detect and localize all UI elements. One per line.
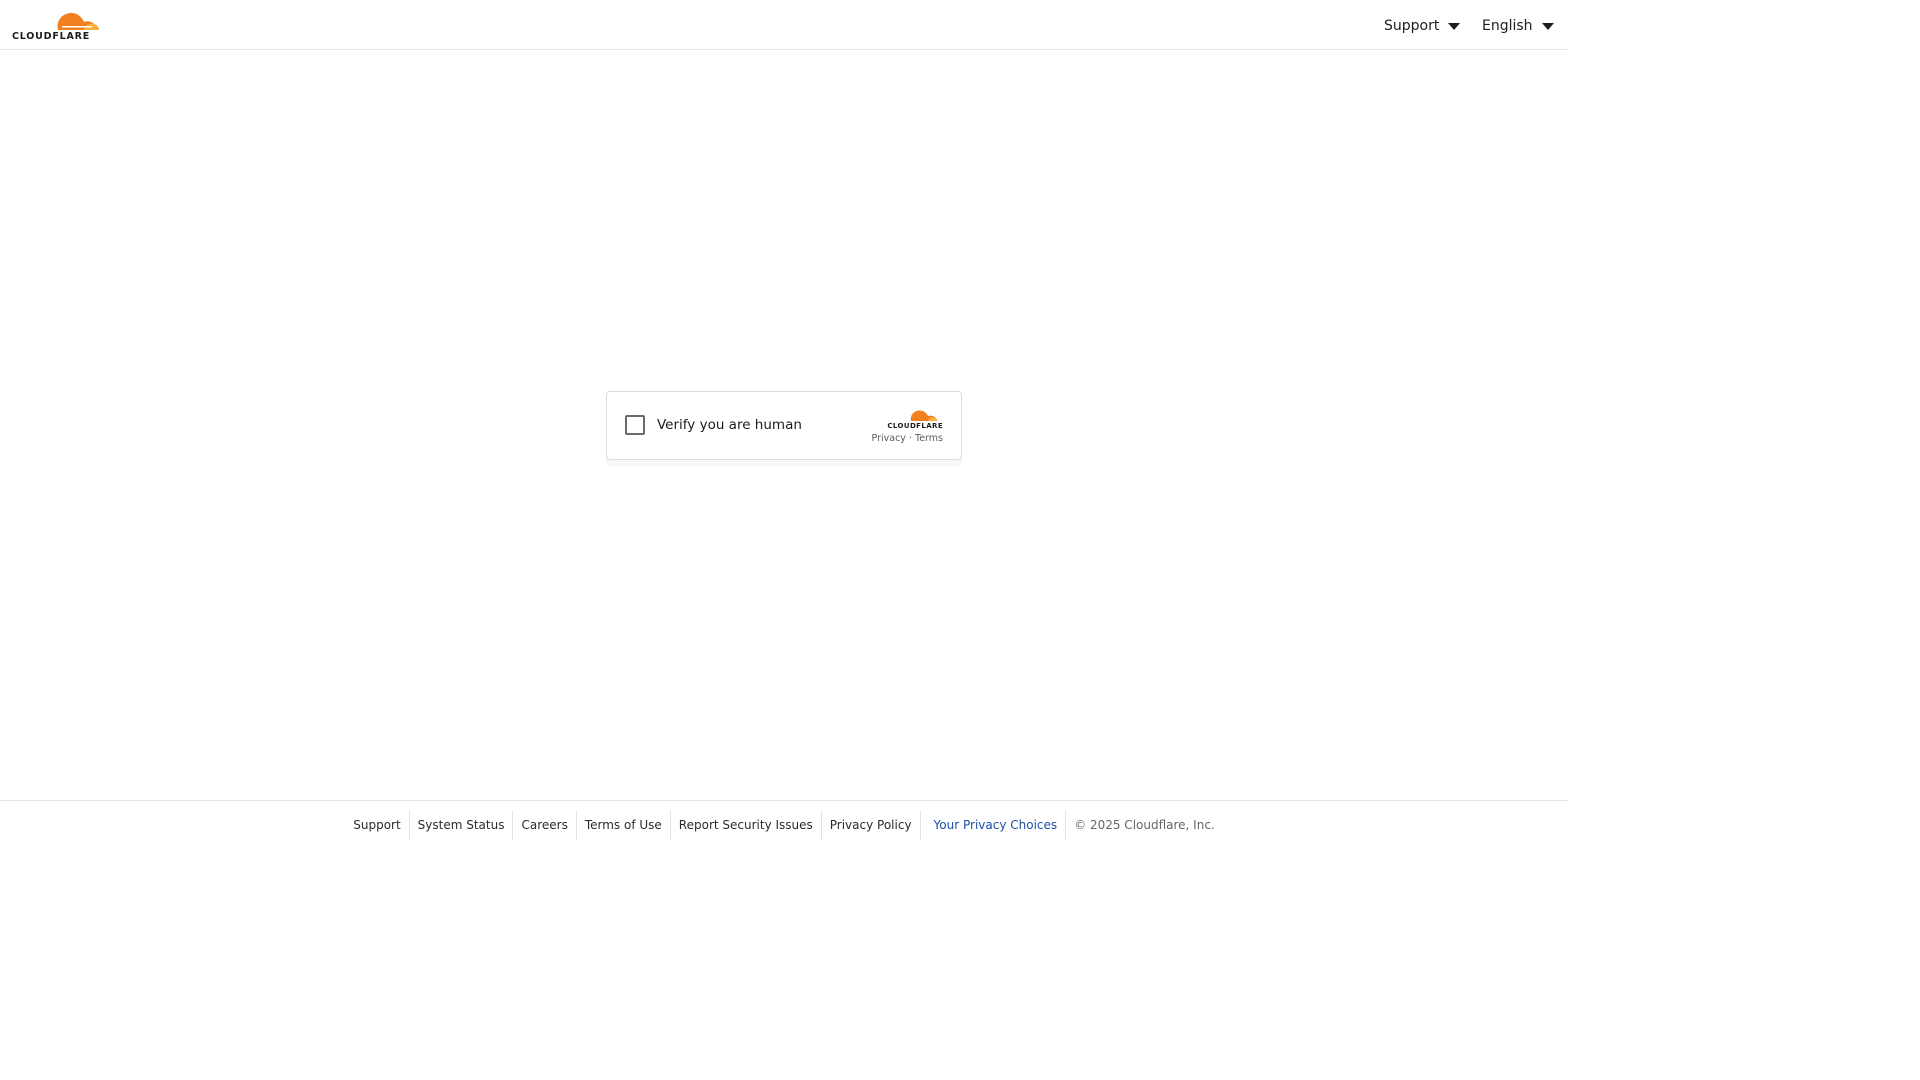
- footer-link-report-security[interactable]: Report Security Issues: [671, 810, 822, 840]
- widget-links: Privacy · Terms: [872, 433, 943, 444]
- widget-cloudflare-logo[interactable]: CLOUDFLARE: [883, 408, 947, 432]
- footer-link-privacy-choices[interactable]: Your Privacy Choices: [921, 810, 1067, 840]
- footer-link-privacy-policy[interactable]: Privacy Policy: [822, 810, 921, 840]
- footer-link-careers[interactable]: Careers: [513, 810, 577, 840]
- widget-link-separator: ·: [908, 433, 912, 444]
- footer-copyright: © 2025 Cloudflare, Inc.: [1074, 818, 1215, 832]
- footer-link-terms-of-use[interactable]: Terms of Use: [577, 810, 671, 840]
- turnstile-widget: Verify you are human CLOUDFLARE Privacy …: [606, 391, 962, 460]
- language-menu[interactable]: English: [1482, 15, 1554, 37]
- footer-links: Support System Status Careers Terms of U…: [0, 810, 1568, 840]
- header: CLOUDFLARE Support English: [0, 0, 1568, 50]
- verify-checkbox[interactable]: [625, 415, 645, 435]
- logo-text: CLOUDFLARE: [12, 31, 91, 42]
- footer: Support System Status Careers Terms of U…: [0, 800, 1568, 882]
- cloud-icon: [57, 12, 99, 30]
- page: CLOUDFLARE Support English Verify you ar…: [0, 0, 1568, 882]
- caret-down-icon: [1541, 22, 1554, 30]
- language-menu-label: English: [1482, 18, 1533, 34]
- verify-label[interactable]: Verify you are human: [657, 417, 802, 433]
- support-menu[interactable]: Support: [1384, 15, 1461, 37]
- cloud-icon: [910, 410, 938, 421]
- footer-link-support[interactable]: Support: [345, 810, 410, 840]
- widget-privacy-link[interactable]: Privacy: [872, 433, 906, 444]
- caret-down-icon: [1448, 22, 1461, 30]
- widget-logo-text: CLOUDFLARE: [887, 422, 943, 430]
- footer-link-system-status[interactable]: System Status: [410, 810, 514, 840]
- support-menu-label: Support: [1384, 18, 1440, 34]
- cloudflare-logo[interactable]: CLOUDFLARE: [12, 8, 102, 42]
- widget-terms-link[interactable]: Terms: [915, 433, 943, 444]
